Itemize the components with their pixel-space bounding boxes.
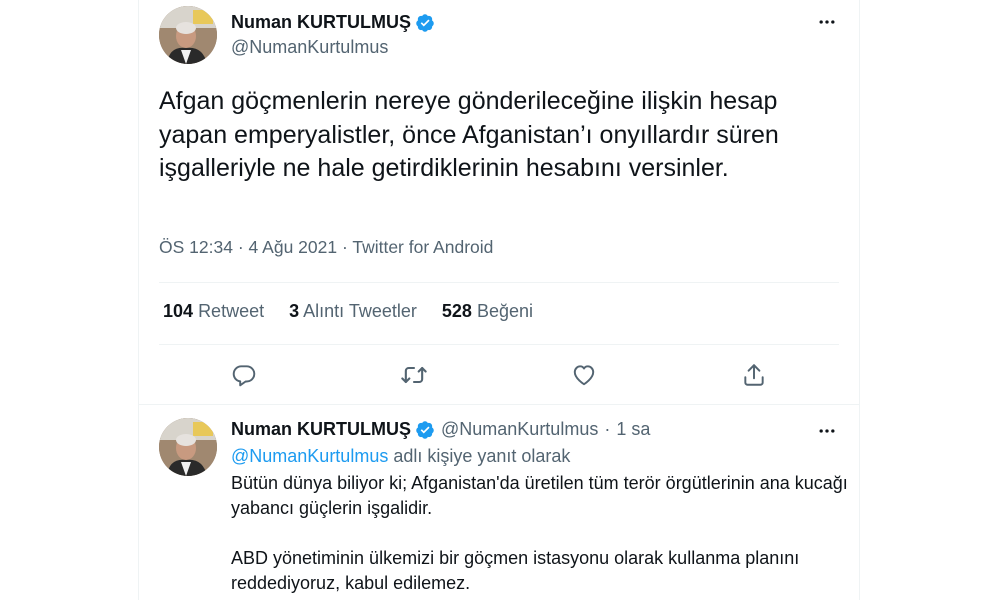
author-name[interactable]: Numan KURTULMUŞ	[231, 12, 411, 33]
stat-label: Retweet	[198, 301, 265, 321]
like-count[interactable]: 528 Beğeni	[442, 301, 533, 322]
reply-author-avatar[interactable]	[159, 418, 217, 476]
reply-author-row: Numan KURTULMUŞ @NumanKurtulmus · 1 sa	[231, 419, 650, 440]
more-options-icon[interactable]	[816, 420, 838, 442]
reply-mention-link[interactable]: @NumanKurtulmus	[231, 446, 388, 466]
retweet-icon[interactable]	[399, 360, 429, 390]
reply-paragraph: Bütün dünya biliyor ki; Afganistan'da ür…	[231, 473, 848, 518]
more-options-icon[interactable]	[816, 11, 838, 33]
meta-separator: ·	[237, 237, 244, 257]
author-name-row: Numan KURTULMUŞ	[231, 12, 435, 33]
reply-author-handle[interactable]: @NumanKurtulmus	[441, 419, 598, 440]
tweet-stats: 104 Retweet 3 Alıntı Tweetler 528 Beğeni	[163, 301, 533, 322]
reply-to-label: adlı kişiye yanıt olarak	[393, 446, 571, 466]
verified-badge-icon	[416, 13, 434, 32]
reply-time[interactable]: 1 sa	[616, 419, 650, 440]
action-bar	[159, 360, 839, 390]
divider	[159, 282, 839, 283]
author-avatar[interactable]	[159, 6, 217, 64]
tweet-date[interactable]: 4 Ağu 2021	[249, 237, 338, 257]
avatar-photo	[159, 6, 217, 64]
divider	[138, 404, 860, 405]
stat-count: 3	[289, 301, 300, 321]
tweet-time[interactable]: ÖS 12:34	[159, 237, 233, 257]
stat-label: Beğeni	[476, 301, 533, 321]
tweet-source[interactable]: Twitter for Android	[352, 237, 493, 257]
divider	[159, 344, 839, 345]
reply-text: Bütün dünya biliyor ki; Afganistan'da ür…	[231, 471, 851, 596]
tweet-meta: ÖS 12:34 · 4 Ağu 2021 · Twitter for Andr…	[159, 237, 493, 258]
share-icon[interactable]	[739, 360, 769, 390]
avatar-photo	[159, 418, 217, 476]
retweet-count[interactable]: 104 Retweet	[163, 301, 264, 322]
verified-badge-icon	[416, 420, 434, 439]
like-icon[interactable]	[569, 360, 599, 390]
quote-tweet-count[interactable]: 3 Alıntı Tweetler	[289, 301, 417, 322]
reply-author-name[interactable]: Numan KURTULMUŞ	[231, 419, 411, 440]
reply-icon[interactable]	[229, 360, 259, 390]
stat-count: 528	[441, 301, 472, 321]
reply-paragraph: ABD yönetiminin ülkemizi bir göçmen ista…	[231, 548, 800, 593]
stat-count: 104	[163, 301, 194, 321]
replying-to: @NumanKurtulmus adlı kişiye yanıt olarak	[231, 446, 570, 467]
stat-label: Alıntı Tweetler	[303, 301, 417, 321]
tweet-text: Afgan göçmenlerin nereye gönderileceğine…	[159, 87, 779, 182]
meta-separator: ·	[604, 419, 611, 439]
meta-separator: ·	[341, 237, 348, 257]
author-handle[interactable]: @NumanKurtulmus	[231, 37, 388, 58]
